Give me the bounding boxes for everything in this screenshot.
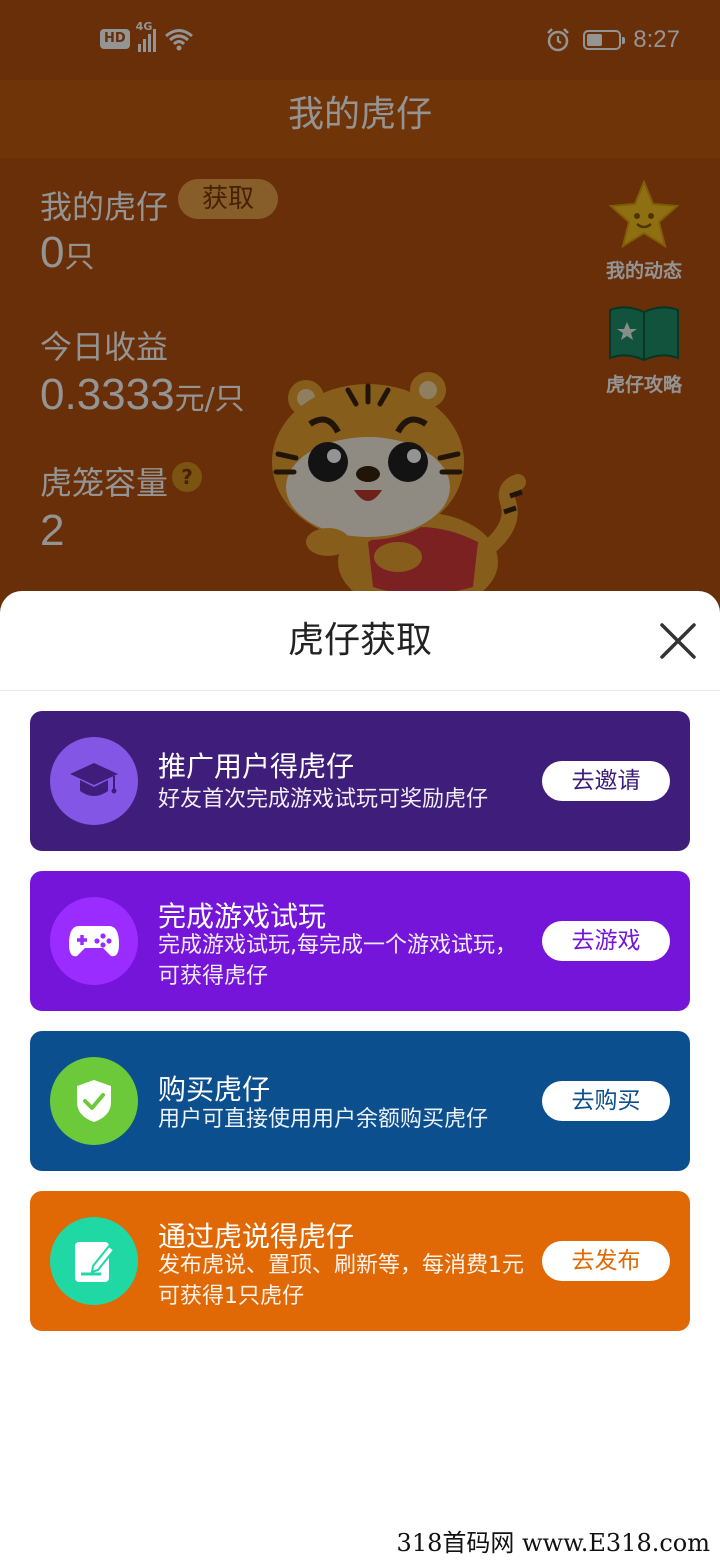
close-icon[interactable]	[658, 621, 698, 661]
gamepad-icon	[50, 897, 138, 985]
game-trial-card: 完成游戏试玩 完成游戏试玩,每完成一个游戏试玩，可获得虎仔 去游戏	[30, 871, 690, 1011]
buy-tiger-card: 购买虎仔 用户可直接使用用户余额购买虎仔 去购买	[30, 1031, 690, 1171]
sheet-title: 虎仔获取	[287, 620, 432, 661]
buy-button[interactable]: 去购买	[542, 1081, 670, 1121]
tiger-post-card: 通过虎说得虎仔 发布虎说、置顶、刷新等，每消费1元可获得1只虎仔 去发布	[30, 1191, 690, 1331]
card-title: 完成游戏试玩	[158, 900, 327, 933]
card-description: 好友首次完成游戏试玩可奖励虎仔	[158, 787, 489, 812]
card-description: 发布虎说、置顶、刷新等，每消费1元可获得1只虎仔	[158, 1253, 524, 1309]
graduation-cap-icon	[50, 737, 138, 825]
watermark: 318首码网 www.E318.com	[396, 1529, 710, 1557]
sheet-header: 虎仔获取	[0, 591, 720, 691]
promote-users-card: 推广用户得虎仔 好友首次完成游戏试玩可奖励虎仔 去邀请	[30, 711, 690, 851]
shield-check-icon	[50, 1057, 138, 1145]
card-title: 通过虎说得虎仔	[158, 1220, 355, 1253]
card-description: 用户可直接使用用户余额购买虎仔	[158, 1107, 489, 1132]
card-title: 推广用户得虎仔	[158, 750, 355, 783]
invite-button[interactable]: 去邀请	[542, 761, 670, 801]
card-title: 购买虎仔	[158, 1073, 271, 1106]
acquire-tiger-sheet: 虎仔获取 推广用户得虎仔 好友首次完成游戏试玩可奖励虎仔 去邀请 完成游戏试玩 …	[0, 591, 720, 1560]
play-game-button[interactable]: 去游戏	[542, 921, 670, 961]
edit-note-icon	[50, 1217, 138, 1305]
card-description: 完成游戏试玩,每完成一个游戏试玩，可获得虎仔	[158, 933, 517, 989]
dim-overlay[interactable]	[0, 0, 720, 640]
publish-button[interactable]: 去发布	[542, 1241, 670, 1281]
